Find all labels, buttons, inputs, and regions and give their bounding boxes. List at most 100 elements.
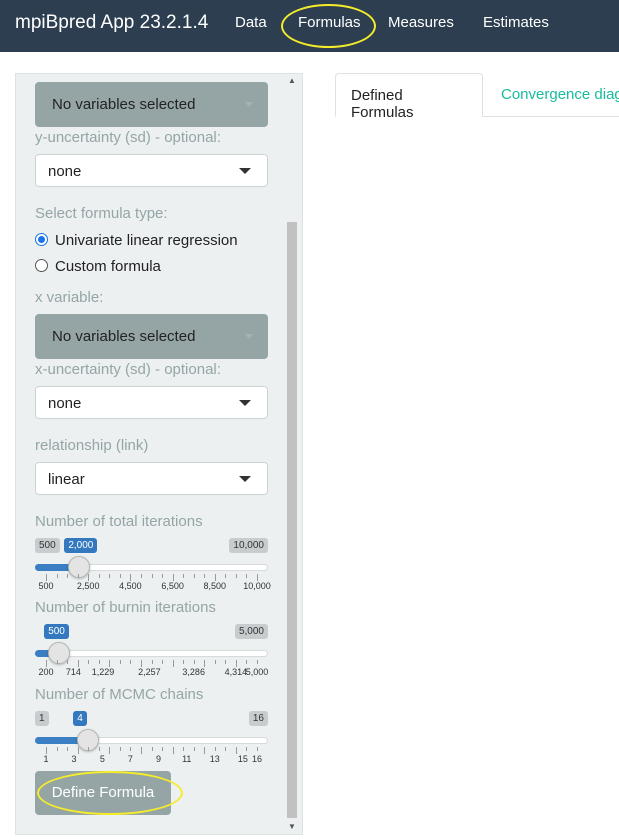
- slider-tick-label: 3,286: [182, 667, 205, 677]
- link-value: linear: [48, 471, 85, 488]
- slider-minor-tick: [225, 747, 227, 751]
- slider-minor-tick: [204, 574, 206, 578]
- x-variable-label: x variable:: [35, 289, 104, 306]
- chevron-down-icon: [239, 168, 251, 174]
- slider-minor-tick: [130, 574, 132, 581]
- sidebar-panel: ▲ ▼ No variables selected y-uncertainty …: [15, 73, 303, 835]
- slider-minor-tick: [246, 747, 248, 751]
- slider-minor-tick: [98, 660, 100, 664]
- slider-tick-label: 16: [251, 754, 263, 764]
- slider-minor-tick: [151, 747, 153, 751]
- x-variable-value: No variables selected: [52, 328, 196, 345]
- slider-max-badge: 10,000: [229, 538, 268, 553]
- slider-minor-tick: [193, 660, 195, 664]
- chains-label: Number of MCMC chains: [35, 686, 204, 703]
- y-uncertainty-label: y-uncertainty (sd) - optional:: [35, 129, 221, 146]
- radio-custom[interactable]: Custom formula: [35, 258, 161, 275]
- slider-minor-tick: [214, 574, 216, 581]
- slider-minor-tick: [109, 747, 111, 754]
- slider-minor-tick: [119, 574, 121, 578]
- slider-minor-tick: [183, 747, 185, 751]
- slider-minor-tick: [98, 747, 100, 751]
- scroll-up-arrow-icon[interactable]: ▲: [287, 76, 297, 86]
- slider-minor-tick: [140, 660, 142, 667]
- slider-minor-tick: [235, 747, 237, 754]
- slider-minor-tick: [109, 574, 111, 578]
- slider-tick-label: 500: [38, 581, 54, 591]
- slider-value-badge: 4: [73, 711, 87, 726]
- slider-minor-tick: [88, 660, 90, 664]
- slider-minor-tick: [77, 747, 79, 754]
- scroll-down-arrow-icon[interactable]: ▼: [287, 822, 297, 832]
- nav-estimates[interactable]: Estimates: [483, 14, 549, 31]
- slider-tick-label: 200: [38, 667, 54, 677]
- slider-minor-tick: [77, 574, 79, 578]
- scrollbar-thumb[interactable]: [287, 222, 297, 818]
- app-brand[interactable]: mpiBpred App 23.2.1.4: [15, 12, 208, 34]
- slider-minor-tick: [130, 660, 132, 664]
- slider-minor-tick: [193, 747, 195, 751]
- nav-measures[interactable]: Measures: [388, 14, 454, 31]
- slider-min-badge: 500: [35, 538, 60, 553]
- slider-tick-label: 714: [65, 667, 81, 677]
- slider-minor-tick: [98, 574, 100, 578]
- slider-tick-label: 7: [127, 754, 133, 764]
- slider-minor-tick: [235, 660, 237, 667]
- radio-unchecked-icon[interactable]: [35, 259, 48, 272]
- slider-minor-tick: [162, 574, 164, 578]
- slider-max-badge: 16: [248, 711, 268, 726]
- slider-tick-label: 4,314: [224, 667, 248, 677]
- slider-minor-tick: [46, 574, 47, 581]
- slider-minor-tick: [172, 574, 174, 581]
- chains-slider[interactable]: 1 4 16 1 3 5 7 9 11 13 15 16: [35, 711, 268, 771]
- slider-minor-tick: [183, 660, 185, 664]
- burnin-slider[interactable]: 500 5,000 200 714 1,229 2,257 3,286 4,314 5,00…: [35, 624, 268, 684]
- slider-tick-label: 3: [71, 754, 77, 764]
- slider-minor-tick: [140, 747, 142, 754]
- slider-minor-tick: [88, 574, 90, 581]
- nav-data[interactable]: Data: [235, 14, 267, 31]
- radio-custom-label: Custom formula: [55, 258, 161, 275]
- slider-tick-label: 15: [237, 754, 248, 764]
- slider-minor-tick: [172, 660, 174, 667]
- slider-tick-label: 2,257: [138, 667, 161, 677]
- slider-minor-tick: [257, 747, 258, 751]
- radio-univariate[interactable]: Univariate linear regression: [35, 232, 238, 249]
- slider-max-badge: 5,000: [234, 624, 268, 639]
- slider-minor-tick: [130, 747, 132, 751]
- slider-minor-tick: [119, 660, 121, 664]
- slider-tick-label: 4,500: [119, 581, 142, 591]
- slider-value-badge: 500: [44, 624, 69, 639]
- slider-minor-tick: [204, 660, 206, 667]
- slider-value-badge: 2,000: [64, 538, 98, 553]
- y-variable-value: No variables selected: [52, 96, 196, 113]
- slider-minor-tick: [235, 574, 237, 578]
- slider-ticks: [35, 574, 268, 582]
- link-label: relationship (link): [35, 437, 149, 454]
- slider-minor-tick: [56, 747, 58, 751]
- iterations-slider[interactable]: 500 2,000 10,000 500 2,500 4,500 6,500 8,500…: [35, 538, 271, 598]
- slider-minor-tick: [119, 747, 121, 751]
- tab-defined-formulas[interactable]: Defined Formulas: [335, 73, 483, 121]
- slider-tick-label: 10,000: [243, 581, 271, 591]
- chevron-down-icon: [239, 400, 251, 406]
- x-variable-select[interactable]: No variables selected: [35, 314, 268, 359]
- slider-tick-label: 5,000: [245, 667, 269, 677]
- link-select[interactable]: linear: [35, 462, 268, 495]
- slider-minor-tick: [109, 660, 111, 667]
- slider-tick-label: 1: [43, 754, 49, 764]
- define-button-highlight-annotation: [37, 771, 183, 815]
- slider-minor-tick: [246, 660, 248, 664]
- sidebar-scrollbar[interactable]: ▲ ▼: [287, 74, 300, 834]
- x-uncertainty-select[interactable]: none: [35, 386, 268, 419]
- radio-univariate-label: Univariate linear regression: [55, 232, 238, 249]
- y-uncertainty-select[interactable]: none: [35, 154, 268, 187]
- slider-minor-tick: [67, 574, 69, 578]
- radio-checked-icon[interactable]: [35, 233, 48, 246]
- tab-convergence-diagnostics[interactable]: Convergence diag: [501, 86, 619, 103]
- slider-minor-tick: [204, 747, 206, 754]
- slider-minor-tick: [246, 574, 248, 578]
- formulas-highlight-annotation: [281, 4, 376, 48]
- slider-minor-tick: [257, 574, 258, 581]
- y-variable-select[interactable]: No variables selected: [35, 82, 268, 127]
